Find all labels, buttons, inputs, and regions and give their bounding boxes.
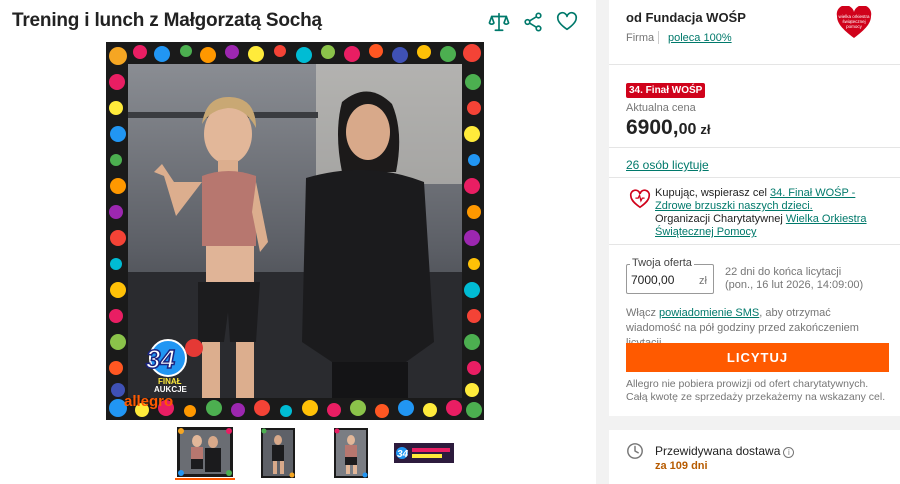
price-label: Aktualna cena bbox=[626, 102, 696, 114]
price-cents: 00 bbox=[678, 121, 697, 138]
thumbnail-1[interactable] bbox=[175, 426, 235, 480]
thumbnail-2[interactable] bbox=[248, 426, 308, 480]
divider bbox=[609, 64, 900, 65]
listing-panel: Trening i lunch z Małgorzatą Sochą 34 FI… bbox=[0, 0, 596, 484]
charity-heart-icon bbox=[629, 189, 651, 209]
product-photo: 34 FINAŁ AUKCJE allegro bbox=[106, 42, 484, 420]
charity-prefix: Kupując, wspierasz cel bbox=[655, 187, 770, 199]
svg-text:34: 34 bbox=[146, 344, 175, 374]
end-date: (pon., 16 lut 2026, 14:09:00) bbox=[725, 279, 864, 291]
svg-text:34: 34 bbox=[397, 449, 409, 460]
offer-input[interactable] bbox=[631, 273, 693, 287]
charity-info: Kupując, wspierasz cel 34. Finał WOŚP - … bbox=[655, 187, 890, 239]
price-currency: zł bbox=[700, 122, 711, 137]
purchase-panel: od Fundacja WOŚP Firma poleca 100% wielk… bbox=[609, 0, 900, 416]
seller-type: Firma bbox=[626, 32, 655, 44]
bidders-link[interactable]: 26 osób licytuje bbox=[626, 158, 709, 172]
svg-text:allegro: allegro bbox=[124, 393, 173, 410]
thumbnail-4[interactable]: 34 bbox=[394, 426, 454, 480]
current-price: 6900,00 zł bbox=[626, 116, 710, 140]
info-icon[interactable]: i bbox=[783, 447, 795, 458]
final-badge: 34. Finał WOŚP bbox=[626, 83, 706, 98]
offer-currency: zł bbox=[699, 275, 707, 287]
offer-legend: Twoja oferta bbox=[630, 257, 694, 269]
seller-recommend-link[interactable]: poleca 100% bbox=[668, 32, 732, 44]
sms-link[interactable]: powiadomienie SMS bbox=[659, 307, 759, 319]
divider bbox=[609, 177, 900, 178]
charity-org-prefix: Organizacji Charytatywnej bbox=[655, 213, 786, 225]
delivery-label: Przewidywana dostawa i bbox=[655, 444, 795, 458]
wosp-heart-logo[interactable]: wielka orkiestra świątecznej pomocy bbox=[836, 6, 872, 40]
delivery-label-text: Przewidywana dostawa bbox=[655, 444, 781, 458]
clock-icon bbox=[627, 443, 643, 459]
delivery-panel: Przewidywana dostawa i za 109 dni bbox=[609, 430, 900, 484]
price-main: 6900, bbox=[626, 116, 679, 139]
divider bbox=[609, 147, 900, 148]
share-icon[interactable] bbox=[522, 11, 544, 33]
listing-actions bbox=[488, 11, 578, 33]
delivery-time: za 109 dni bbox=[655, 460, 708, 472]
compare-icon[interactable] bbox=[488, 11, 510, 33]
separator bbox=[658, 31, 659, 44]
auction-end-info: 22 dni do końca licytacji (pon., 16 lut … bbox=[725, 266, 863, 292]
bid-button[interactable]: LICYTUJ bbox=[626, 343, 889, 372]
listing-title: Trening i lunch z Małgorzatą Sochą bbox=[12, 10, 322, 31]
divider bbox=[609, 244, 900, 245]
seller-name[interactable]: od Fundacja WOŚP bbox=[626, 10, 746, 25]
days-left: 22 dni do końca licytacji bbox=[725, 266, 842, 278]
main-product-image[interactable]: 34 FINAŁ AUKCJE allegro bbox=[106, 42, 484, 420]
thumbnail-3[interactable] bbox=[321, 426, 381, 480]
thumbnail-strip: 34 bbox=[175, 426, 467, 480]
heart-icon[interactable] bbox=[556, 11, 578, 33]
commission-note: Allegro nie pobiera prowizji od ofert ch… bbox=[626, 378, 886, 403]
svg-text:pomocy: pomocy bbox=[846, 24, 863, 29]
sms-prefix: Włącz bbox=[626, 307, 659, 319]
